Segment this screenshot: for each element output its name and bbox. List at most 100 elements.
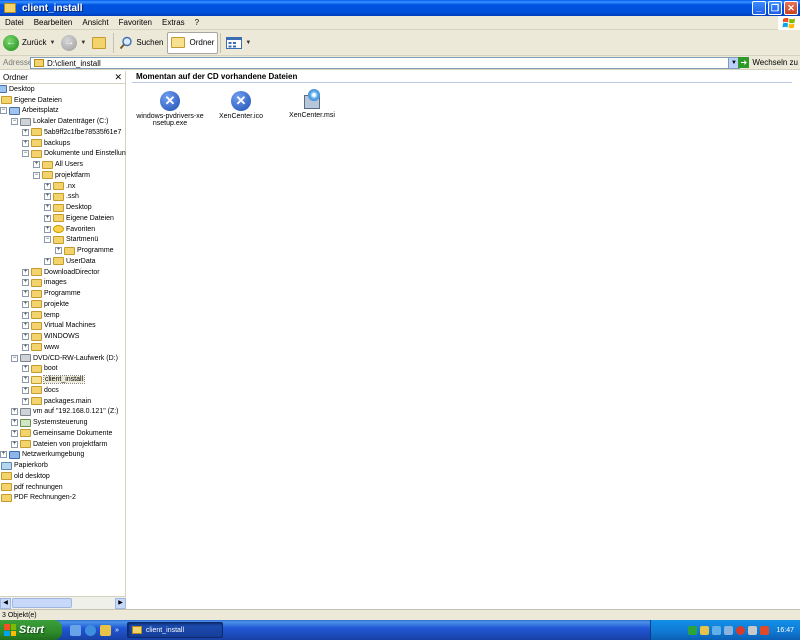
expand-icon[interactable]: + [11, 408, 18, 416]
folders-button[interactable]: Ordner [166, 31, 219, 54]
tray-monitor-icon[interactable] [724, 625, 734, 635]
expand-icon[interactable]: + [11, 419, 18, 427]
scrollbar-thumb[interactable] [12, 598, 72, 608]
tree-item[interactable]: old desktop [1, 471, 50, 482]
tree-item[interactable]: − Dokumente und Einstellungen [22, 149, 126, 160]
expand-icon[interactable]: + [33, 161, 40, 169]
internet-explorer-icon[interactable] [85, 624, 96, 636]
tree-item[interactable]: − Arbeitsplatz [0, 106, 59, 117]
expand-icon[interactable]: + [11, 429, 18, 437]
scroll-right-icon[interactable]: ▶ [115, 597, 126, 609]
file-item[interactable]: ✕ XenCenter.ico [203, 91, 279, 120]
collapse-icon[interactable]: − [11, 354, 18, 362]
tree-item[interactable]: +5ab9ff2c1fbe78535f61e7 [22, 127, 121, 138]
tree-item[interactable]: − projektfarm [33, 170, 90, 181]
tray-shield-icon[interactable] [700, 625, 710, 635]
tray-network-icon[interactable] [688, 625, 698, 635]
file-item[interactable]: XenCenter.msi [274, 89, 350, 119]
expand-icon[interactable]: + [44, 214, 51, 222]
tree-item[interactable]: + projekte [22, 299, 69, 310]
show-desktop-icon[interactable] [70, 624, 81, 636]
menu-help[interactable]: ? [190, 18, 204, 27]
horizontal-scrollbar[interactable]: ◀ ▶ [0, 596, 126, 609]
expand-icon[interactable]: + [22, 279, 29, 287]
collapse-icon[interactable]: − [11, 118, 18, 126]
tree-item[interactable]: + temp [22, 310, 60, 321]
explorer-icon[interactable] [100, 624, 111, 636]
tree-item[interactable]: + www [22, 342, 59, 353]
expand-icon[interactable]: + [22, 300, 29, 308]
tree-item[interactable]: + Desktop [44, 202, 92, 213]
tray-app-icon[interactable] [760, 625, 770, 635]
close-button[interactable]: ✕ [784, 1, 798, 15]
tree-item[interactable]: pdf rechnungen [1, 482, 63, 493]
collapse-icon[interactable]: − [33, 171, 40, 179]
expand-icon[interactable]: + [22, 290, 29, 298]
tree-item[interactable]: + vm auf "192.168.0.121" (Z:) [11, 407, 119, 418]
tree-item[interactable]: + Favoriten [44, 224, 95, 235]
tree-item[interactable]: + client_install [22, 374, 86, 385]
tree-item[interactable]: + images [22, 278, 67, 289]
tree-item[interactable]: − DVD/CD-RW-Laufwerk (D:) [11, 353, 118, 364]
expand-icon[interactable]: + [22, 139, 29, 147]
tree-item[interactable]: Eigene Dateien [1, 95, 62, 106]
go-button[interactable]: ➜ Wechseln zu [738, 57, 798, 68]
menu-datei[interactable]: Datei [0, 18, 29, 27]
tree-item[interactable]: + UserData [44, 256, 96, 267]
expand-icon[interactable]: + [44, 182, 51, 190]
expand-icon[interactable]: + [22, 365, 29, 373]
minimize-button[interactable]: _ [752, 1, 766, 15]
expand-icon[interactable]: + [22, 311, 29, 319]
tree-item[interactable]: + DownloadDirector [22, 267, 100, 278]
expand-icon[interactable]: + [22, 322, 29, 330]
tree-item[interactable]: + Programme [55, 245, 114, 256]
search-button[interactable]: Suchen [116, 32, 166, 54]
quick-launch-more-icon[interactable]: » [115, 627, 119, 634]
collapse-icon[interactable]: − [44, 236, 51, 244]
address-field[interactable]: D:\client_install ▼ [30, 57, 740, 69]
expand-icon[interactable]: + [22, 343, 29, 351]
expand-icon[interactable]: + [22, 386, 29, 394]
expand-icon[interactable]: + [22, 333, 29, 341]
tray-device-icon[interactable] [748, 625, 758, 635]
tree-item[interactable]: + .nx [44, 181, 75, 192]
tree-item[interactable]: − Lokaler Datenträger (C:) [11, 116, 108, 127]
expand-icon[interactable]: + [22, 397, 29, 405]
tree-item[interactable]: PDF Rechnungen-2 [1, 493, 76, 504]
menu-bearbeiten[interactable]: Bearbeiten [29, 18, 78, 27]
tree-item[interactable]: Papierkorb [1, 460, 48, 471]
tree-item[interactable]: + Dateien von projektfarm [11, 439, 107, 450]
expand-icon[interactable]: + [22, 376, 29, 384]
tree-item[interactable]: + packages.main [22, 396, 91, 407]
tree-item[interactable]: + WINDOWS [22, 331, 79, 342]
expand-icon[interactable]: + [44, 225, 51, 233]
tree-item[interactable]: + Gemeinsame Dokumente [11, 428, 112, 439]
forward-button[interactable]: → ▼ [58, 32, 89, 54]
views-button[interactable]: ▼ [223, 32, 254, 54]
close-pane-button[interactable]: ✕ [114, 72, 122, 83]
expand-icon[interactable]: + [22, 268, 29, 276]
expand-icon[interactable]: + [44, 257, 51, 265]
tray-alert-icon[interactable] [736, 625, 746, 635]
tray-volume-icon[interactable] [712, 625, 722, 635]
tree-item[interactable]: + .ssh [44, 192, 79, 203]
menu-extras[interactable]: Extras [157, 18, 190, 27]
tree-item[interactable]: + Netzwerkumgebung [0, 450, 84, 461]
tree-item[interactable]: + Programme [22, 288, 81, 299]
tree-item[interactable]: + backups [22, 138, 70, 149]
tree-item[interactable]: + Eigene Dateien [44, 213, 114, 224]
tree-item[interactable]: − Startmenü [44, 235, 98, 246]
scroll-left-icon[interactable]: ◀ [0, 597, 11, 609]
file-item[interactable]: ✕ windows-pvdrivers-xe nsetup.exe [132, 91, 208, 127]
expand-icon[interactable]: + [11, 440, 18, 448]
tree-item[interactable]: Desktop [0, 84, 35, 95]
tree-item[interactable]: + Systemsteuerung [11, 417, 87, 428]
tree-item[interactable]: + boot [22, 364, 58, 375]
menu-ansicht[interactable]: Ansicht [77, 18, 113, 27]
address-dropdown-button[interactable]: ▼ [728, 58, 739, 68]
expand-icon[interactable]: + [44, 193, 51, 201]
menu-favoriten[interactable]: Favoriten [114, 18, 157, 27]
expand-icon[interactable]: + [55, 247, 62, 255]
collapse-icon[interactable]: − [22, 150, 29, 158]
tree-item[interactable]: + docs [22, 385, 59, 396]
